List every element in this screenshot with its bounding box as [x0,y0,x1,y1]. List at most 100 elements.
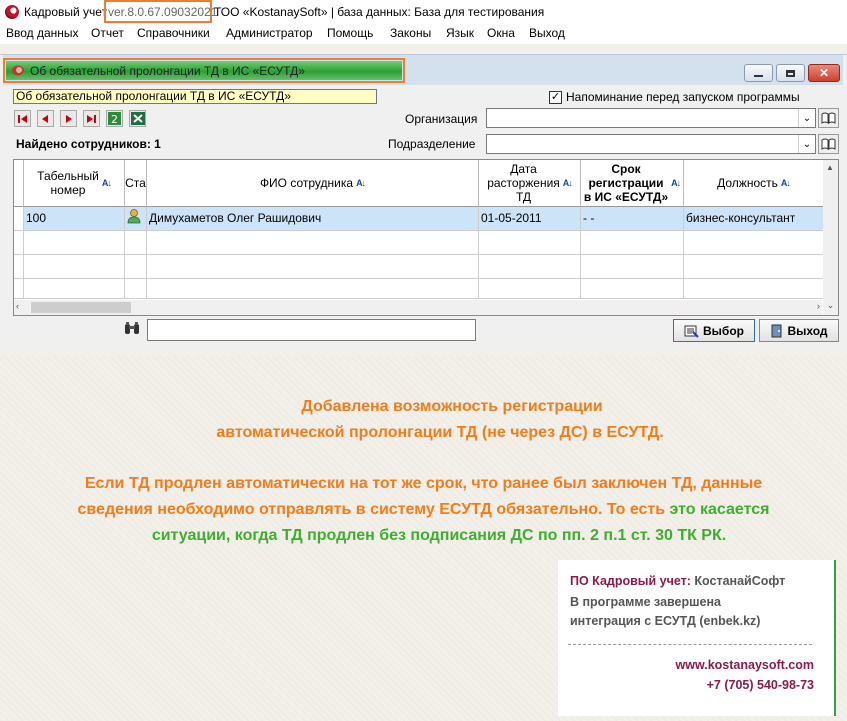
window-hint-label: Об обязательной пролонгации ТД в ИС «ЕСУ… [13,89,377,104]
organization-lookup-button[interactable] [818,108,839,128]
organization-dropdown-arrow[interactable]: ⌄ [798,109,815,127]
binoculars-icon [125,322,139,334]
col-header-fio[interactable]: ФИО сотрудника A↓ [147,160,479,207]
cell-registration-term: - - [581,207,684,231]
col-header-label: Должность [717,176,778,190]
grid-horizontal-scrollbar[interactable]: ‹ › [14,300,822,315]
select-button[interactable]: Выбор [673,319,755,342]
sort-icon[interactable]: A↓ [356,176,366,190]
scroll-thumb[interactable] [31,302,131,313]
col-header-position[interactable]: Должность A↓ [684,160,824,207]
menu-report[interactable]: Отчет [91,26,124,40]
grid-vertical-scrollbar[interactable]: ▲ [823,160,838,300]
menu-references[interactable]: Справочники [137,26,210,40]
nav-next-button[interactable] [60,110,77,127]
select-icon [684,325,699,338]
restore-button[interactable] [776,64,805,82]
card-brand-prefix: ПО Кадровый учет: [570,574,691,588]
col-header-status[interactable]: Ста [125,160,147,207]
book-icon [821,138,836,150]
refresh-icon: 2 [108,112,121,125]
col-header-label: Срок [611,162,641,176]
card-brand-name: КостанайСофт [694,574,786,588]
sort-icon[interactable]: A↓ [563,176,573,190]
next-record-icon [66,114,72,123]
table-row[interactable]: 100 Димухаметов Олег Рашидович 01-05-201… [14,207,824,231]
col-header-termination-date[interactable]: Дата расторжения ТД A↓ [479,160,581,207]
col-header-tab-number[interactable]: Табельный номер A↓ [24,160,125,207]
scroll-down-icon[interactable]: ⌄ [823,300,838,315]
col-header-label: регистрации [588,176,664,190]
minimize-button[interactable] [744,64,773,82]
exit-button[interactable]: Выход [759,319,839,342]
app-title: Кадровый учет [24,5,108,19]
scroll-up-icon[interactable]: ▲ [826,163,834,172]
card-website[interactable]: www.kostanaysoft.com [676,658,814,672]
scroll-right-icon[interactable]: › [817,301,820,311]
app-version: ver.8.0.67.09032021 [108,5,218,19]
menu-help[interactable]: Помощь [327,26,373,40]
app-logo-icon [5,5,19,19]
subdivision-select[interactable]: ⌄ [486,134,816,154]
scroll-left-icon[interactable]: ‹ [16,301,19,311]
col-header-label: в ИС «ЕСУТД» [583,190,669,204]
nav-first-button[interactable] [14,110,31,127]
excel-icon [130,112,145,125]
book-icon [821,112,836,124]
nav-last-button[interactable] [83,110,100,127]
nav-prev-button[interactable] [37,110,54,127]
menu-windows[interactable]: Окна [487,26,515,40]
employees-grid[interactable]: Табельный номер A↓ Ста ФИО сотрудника A↓ … [13,159,839,316]
prev-record-icon [42,114,48,123]
card-text2: интеграция с ЕСУТД (enbek.kz) [570,614,761,628]
cell-fio: Димухаметов Олег Рашидович [147,207,479,231]
svg-text:2: 2 [111,113,118,125]
sort-icon[interactable]: A↓ [671,176,681,190]
window-title: Об обязательной пролонгации ТД в ИС «ЕСУ… [30,64,305,78]
organization-select[interactable]: ⌄ [486,108,816,128]
table-row-empty[interactable] [14,279,824,299]
col-header-registration-term[interactable]: Срок регистрации в ИС «ЕСУТД» A↓ [581,160,684,207]
col-header-label: ТД [515,190,532,204]
promo-text-line2: сведения необходимо отправлять в систему… [0,501,847,519]
col-header-label: номер [50,183,86,197]
reminder-checkbox[interactable]: ✓ [549,91,562,104]
cell-status [125,207,147,231]
col-header-label: Табельный [37,169,99,183]
close-icon: ✕ [818,66,830,80]
card-divider [568,644,812,645]
select-button-label: Выбор [703,323,744,338]
app-database: ТОО «KostanaySoft» | база данных: База д… [214,5,545,19]
export-excel-button[interactable] [129,110,146,127]
promo-text-line3: ситуации, когда ТД продлен без подписани… [151,527,727,544]
col-header-label: Ста [125,176,146,190]
promo-heading-line2: автоматической пролонгации ТД (не через … [216,424,664,441]
card-brand: ПО Кадровый учет: КостанайСофт [570,574,785,588]
chevron-down-icon: ⌄ [802,138,812,150]
restore-icon [786,69,795,77]
refresh-button[interactable]: 2 [106,110,123,127]
last-record-icon [87,114,96,123]
table-row-empty[interactable] [14,231,824,255]
cell-position: бизнес-консультант [684,207,824,231]
menu-laws[interactable]: Законы [390,26,431,40]
search-input[interactable] [147,319,476,341]
subdivision-dropdown-arrow[interactable]: ⌄ [798,135,815,153]
subdivision-lookup-button[interactable] [818,134,839,154]
sort-icon[interactable]: A↓ [781,176,791,190]
person-icon [127,209,141,224]
chevron-down-icon: ⌄ [802,112,812,124]
sort-icon[interactable]: A↓ [102,176,112,190]
menu-data-entry[interactable]: Ввод данных [6,26,79,40]
promo-text-line2b: это касается [669,501,770,518]
menu-administrator[interactable]: Администратор [226,26,313,40]
close-button[interactable]: ✕ [808,64,840,82]
row-indicator [14,207,24,231]
menu-exit[interactable]: Выход [529,26,565,40]
minimize-icon [754,75,763,77]
menu-language[interactable]: Язык [446,26,474,40]
table-row-empty[interactable] [14,255,824,279]
organization-label: Организация [405,112,478,126]
col-header-label: ФИО сотрудника [259,176,354,190]
card-phone: +7 (705) 540-98-73 [706,678,814,692]
